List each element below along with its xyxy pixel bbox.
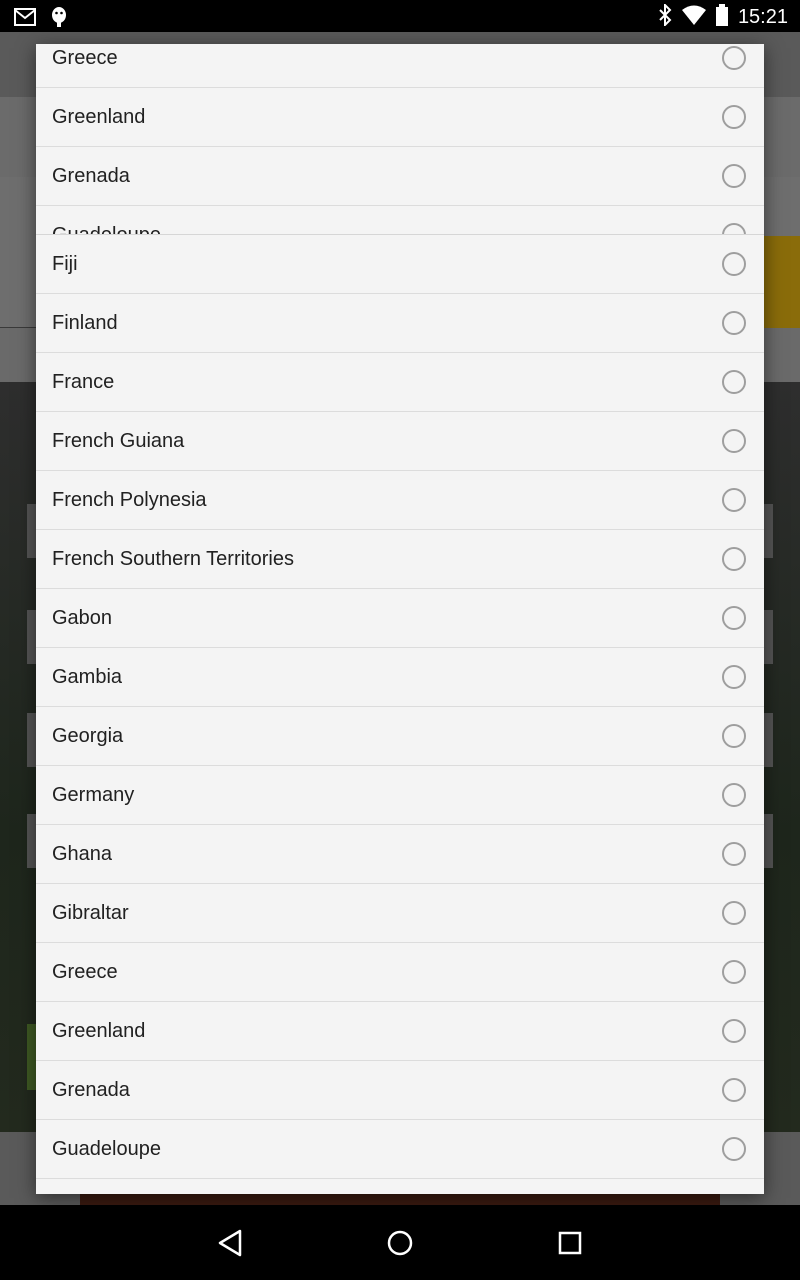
country-label: France <box>52 371 115 393</box>
list-item[interactable]: Greece <box>36 44 764 88</box>
radio-icon[interactable] <box>722 901 746 925</box>
radio-icon[interactable] <box>722 429 746 453</box>
radio-icon[interactable] <box>722 724 746 748</box>
radio-icon[interactable] <box>722 1078 746 1102</box>
radio-icon[interactable] <box>722 1137 746 1161</box>
radio-icon[interactable] <box>722 606 746 630</box>
radio-icon[interactable] <box>722 311 746 335</box>
gmail-icon <box>14 8 36 31</box>
recents-icon[interactable] <box>554 1227 586 1259</box>
country-label: Greece <box>52 961 118 983</box>
country-label: French Polynesia <box>52 489 207 511</box>
country-label: Ghana <box>52 843 113 865</box>
country-label: Georgia <box>52 725 124 747</box>
wifi-icon <box>681 5 706 30</box>
radio-icon[interactable] <box>722 547 746 571</box>
radio-icon[interactable] <box>722 370 746 394</box>
bluetooth-icon <box>658 2 672 31</box>
navigation-bar <box>0 1205 800 1280</box>
country-label: Gabon <box>52 607 113 629</box>
radio-icon[interactable] <box>722 105 746 129</box>
list-item[interactable]: Grenada <box>36 147 764 206</box>
list-item[interactable]: Greece <box>36 943 764 1002</box>
country-label: Germany <box>52 784 135 806</box>
country-label: Gibraltar <box>52 902 129 924</box>
list-item[interactable]: French Polynesia <box>36 471 764 530</box>
radio-icon[interactable] <box>722 842 746 866</box>
list-item[interactable]: Guadeloupe <box>36 1120 764 1179</box>
list-item[interactable]: French Guiana <box>36 412 764 471</box>
country-select-dialog: Greece Greenland Grenada Guadeloupe Fiji… <box>36 44 764 1194</box>
list-item[interactable]: Gabon <box>36 589 764 648</box>
country-label: Gambia <box>52 666 123 688</box>
radio-icon[interactable] <box>722 783 746 807</box>
status-time: 15:21 <box>737 6 788 28</box>
radio-icon[interactable] <box>722 46 746 70</box>
country-label: Fiji <box>52 253 78 275</box>
radio-icon[interactable] <box>722 665 746 689</box>
list-item[interactable]: Gibraltar <box>36 884 764 943</box>
android-debug-icon <box>50 6 68 33</box>
country-list-background: Greece Greenland Grenada Guadeloupe <box>36 44 764 265</box>
list-item[interactable]: Ghana <box>36 825 764 884</box>
country-label: Finland <box>52 312 118 334</box>
battery-icon <box>715 4 728 31</box>
country-label: French Southern Territories <box>52 548 294 570</box>
list-item[interactable]: Gambia <box>36 648 764 707</box>
country-list: Fiji Finland France French Guiana French… <box>36 234 764 1179</box>
country-label: Guadeloupe <box>52 1138 161 1160</box>
list-item[interactable]: Greenland <box>36 1002 764 1061</box>
radio-icon[interactable] <box>722 1019 746 1043</box>
list-item[interactable]: Grenada <box>36 1061 764 1120</box>
home-icon[interactable] <box>384 1227 416 1259</box>
list-item[interactable]: Fiji <box>36 235 764 294</box>
list-item[interactable]: French Southern Territories <box>36 530 764 589</box>
radio-icon[interactable] <box>722 960 746 984</box>
list-item[interactable]: Georgia <box>36 707 764 766</box>
country-label: French Guiana <box>52 430 185 452</box>
list-item[interactable]: Finland <box>36 294 764 353</box>
radio-icon[interactable] <box>722 164 746 188</box>
country-label: Grenada <box>52 1079 130 1101</box>
list-item[interactable]: France <box>36 353 764 412</box>
list-item[interactable]: Germany <box>36 766 764 825</box>
status-bar: 15:21 <box>0 0 800 32</box>
back-icon[interactable] <box>214 1227 246 1259</box>
radio-icon[interactable] <box>722 252 746 276</box>
radio-icon[interactable] <box>722 488 746 512</box>
list-item[interactable]: Greenland <box>36 88 764 147</box>
country-label: Greenland <box>52 1020 146 1042</box>
